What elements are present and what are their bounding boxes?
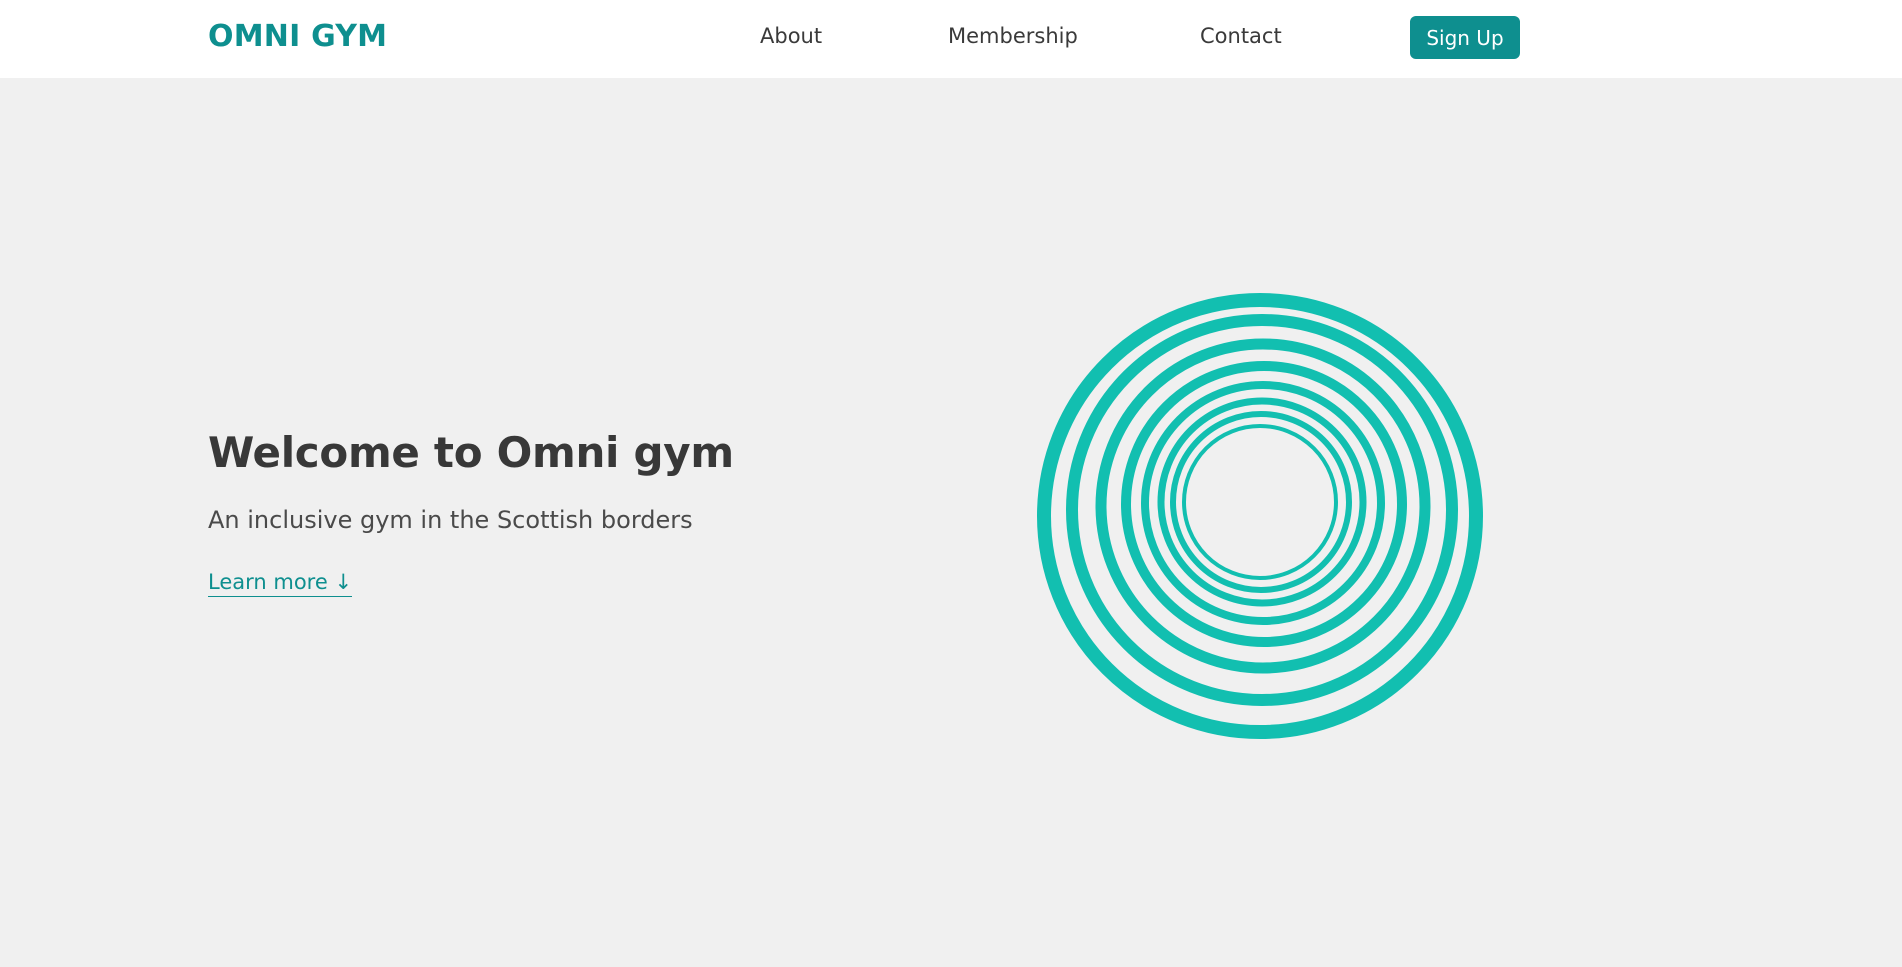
brand-logo[interactable]: OMNI GYM xyxy=(208,19,387,54)
learn-more-link[interactable]: Learn more ↓ xyxy=(208,570,353,597)
ring-8 xyxy=(1182,424,1338,580)
top-navbar: OMNI GYM About Membership Contact Sign U… xyxy=(0,0,1902,78)
nav-link-contact[interactable]: Contact xyxy=(1200,24,1282,48)
ring-5 xyxy=(1141,381,1385,625)
nav-link-membership[interactable]: Membership xyxy=(948,24,1078,48)
ring-7 xyxy=(1170,411,1352,593)
concentric-rings-graphic xyxy=(1037,293,1483,739)
nav-link-about[interactable]: About xyxy=(760,24,822,48)
sign-up-button[interactable]: Sign Up xyxy=(1410,16,1520,59)
hero-section: Welcome to Omni gym An inclusive gym in … xyxy=(0,78,1902,967)
hero-title: Welcome to Omni gym xyxy=(208,428,734,477)
hero-subtitle: An inclusive gym in the Scottish borders xyxy=(208,506,693,534)
ring-6 xyxy=(1157,397,1367,607)
